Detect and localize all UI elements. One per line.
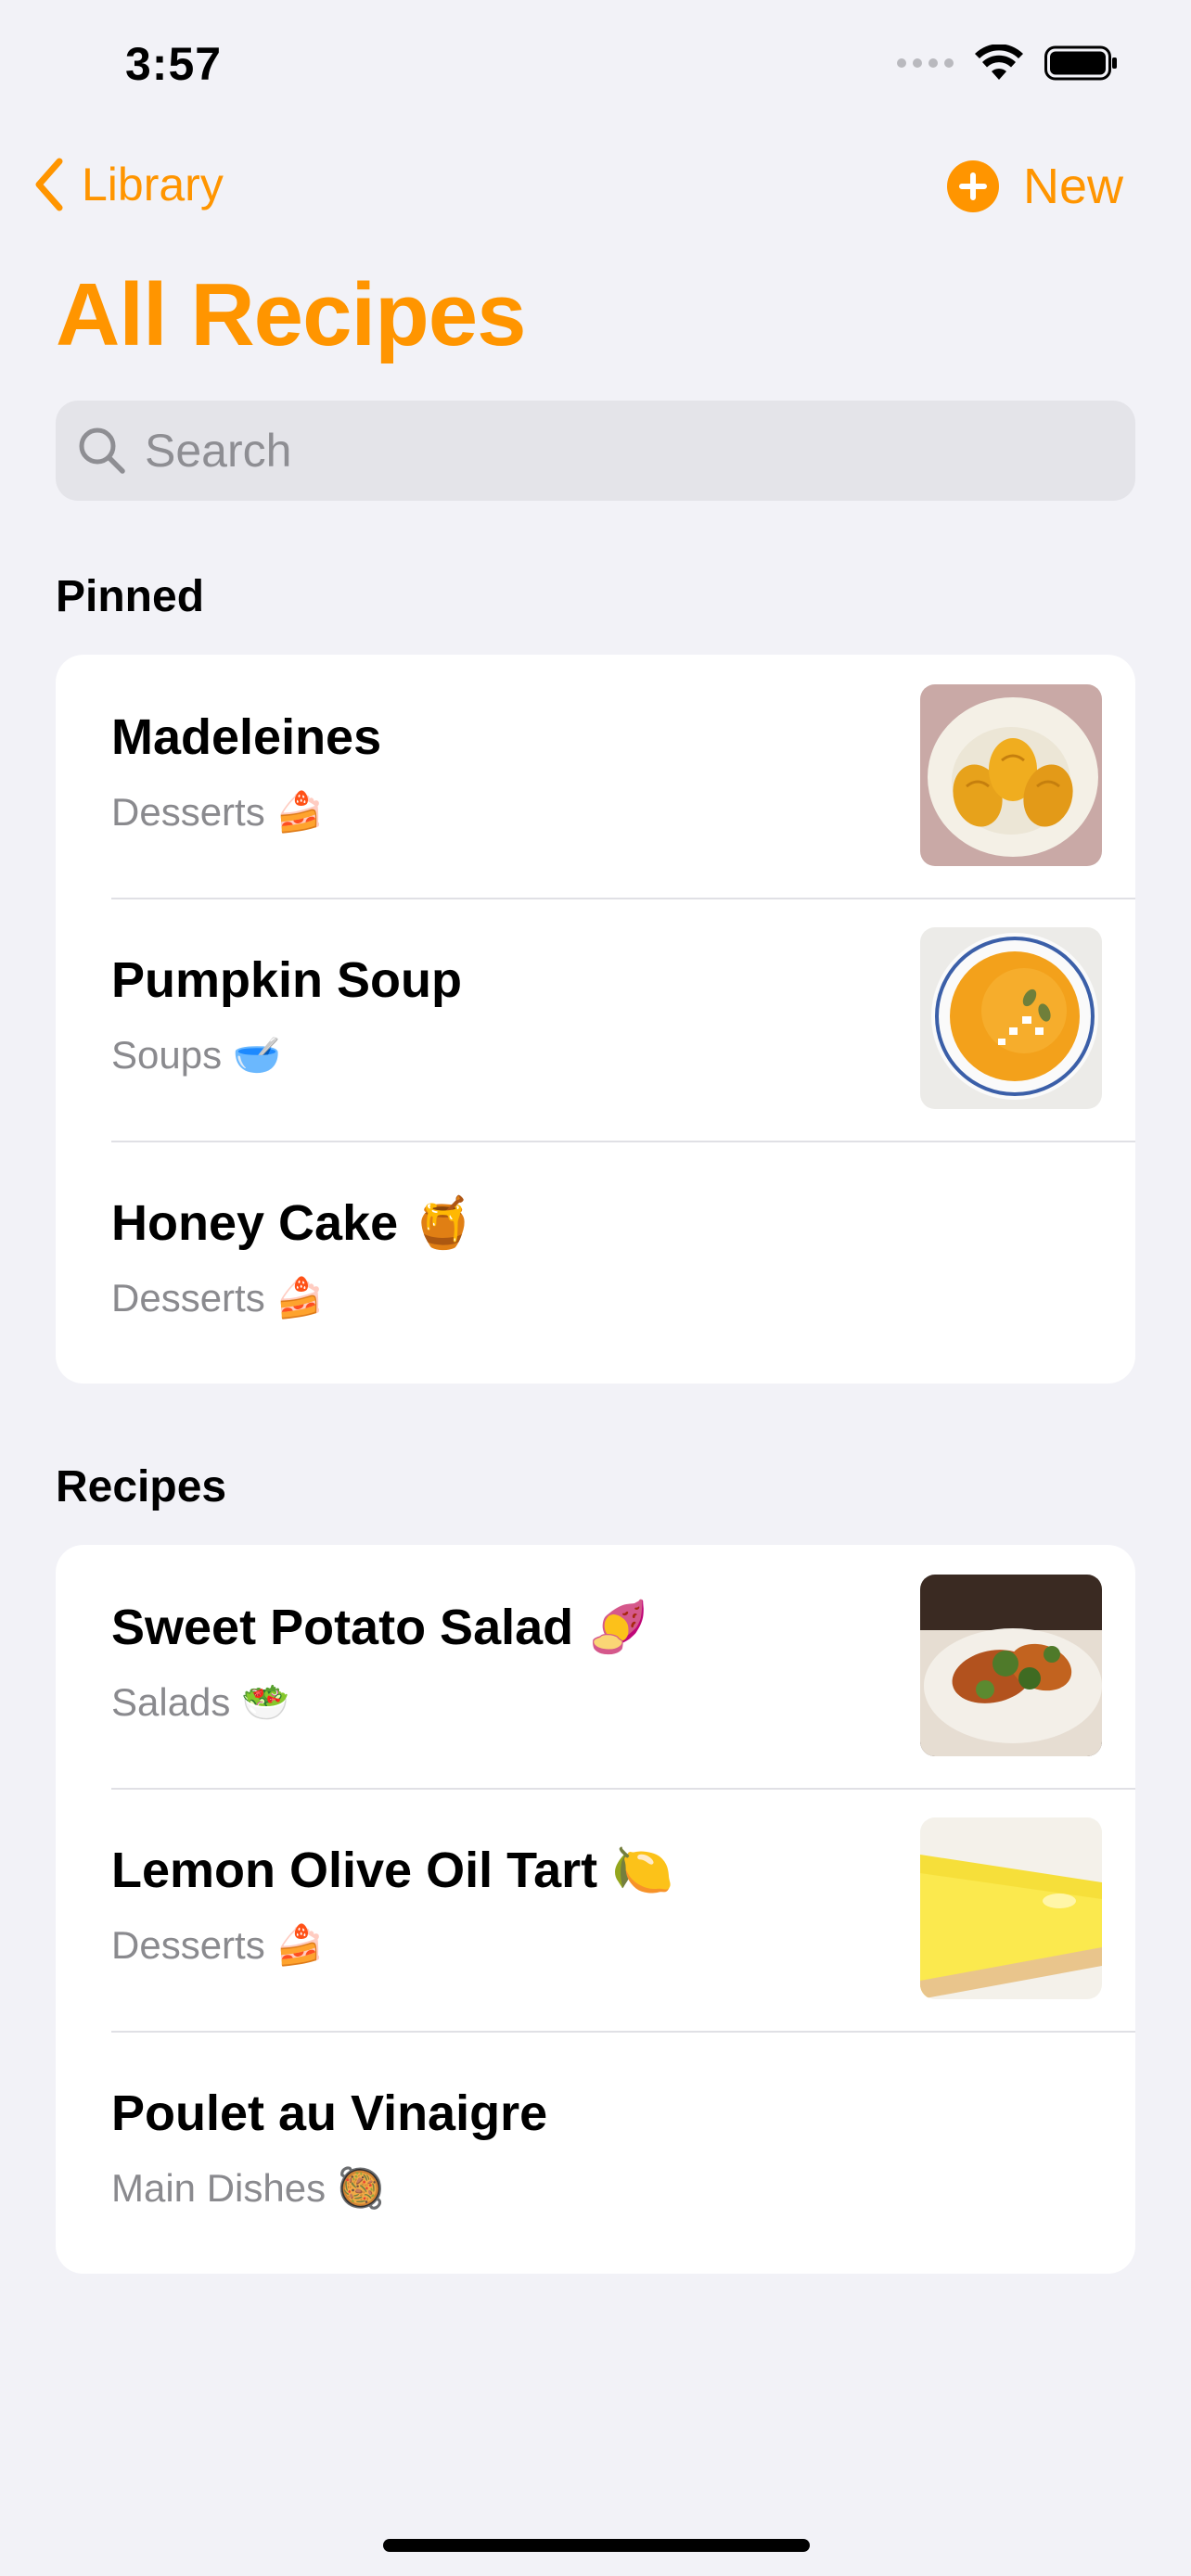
battery-icon [1044, 45, 1117, 81]
sweet-potato-salad-thumbnail [920, 1575, 1102, 1756]
pumpkin-soup-thumbnail [920, 927, 1102, 1109]
navigation-bar: Library New [0, 148, 1191, 236]
back-button-label: Library [82, 159, 224, 210]
chevron-left-icon [35, 158, 63, 211]
status-bar: 3:57 [0, 0, 1191, 130]
recipe-category: Salads 🥗 [111, 1680, 290, 1724]
page-title: All Recipes [56, 265, 527, 364]
plus-circle-icon [946, 160, 999, 212]
recipe-category: Soups 🥣 [111, 1033, 282, 1077]
status-icons [897, 45, 1119, 82]
search-field[interactable] [56, 401, 1135, 501]
home-indicator[interactable] [383, 2539, 810, 2552]
recipe-category: Desserts 🍰 [111, 790, 325, 834]
recipe-category: Main Dishes 🥘 [111, 2166, 386, 2210]
new-button-label: New [1022, 159, 1123, 214]
recipes-list: Sweet Potato Salad 🍠 Salads 🥗 Lemon Oliv… [56, 1545, 1135, 2274]
recipe-title: Pumpkin Soup [111, 952, 462, 1008]
madeleines-thumbnail [920, 684, 1102, 866]
section-header-pinned: Pinned [56, 572, 205, 621]
recipe-row-honey-cake[interactable]: Honey Cake 🍯 Desserts 🍰 [56, 1141, 1135, 1384]
search-icon [79, 427, 125, 474]
cellular-signal-icon [897, 58, 954, 68]
recipe-row-sweet-potato-salad[interactable]: Sweet Potato Salad 🍠 Salads 🥗 [56, 1545, 1135, 1788]
recipe-category: Desserts 🍰 [111, 1276, 325, 1320]
recipe-row-pumpkin-soup[interactable]: Pumpkin Soup Soups 🥣 [56, 898, 1135, 1141]
section-header-recipes: Recipes [56, 1462, 227, 1511]
recipe-title: Lemon Olive Oil Tart 🍋 [111, 1843, 674, 1898]
new-recipe-button[interactable]: New [946, 158, 1123, 215]
wifi-icon [975, 45, 1023, 80]
recipe-title: Sweet Potato Salad 🍠 [111, 1600, 650, 1655]
status-time: 3:57 [125, 38, 223, 90]
recipe-row-poulet-au-vinaigre[interactable]: Poulet au Vinaigre Main Dishes 🥘 [56, 2031, 1135, 2274]
recipe-title: Honey Cake 🍯 [111, 1195, 475, 1251]
recipe-category: Desserts 🍰 [111, 1923, 325, 1967]
pinned-list: Madeleines Desserts 🍰 Pumpkin Soup Soups… [56, 655, 1135, 1384]
recipe-row-madeleines[interactable]: Madeleines Desserts 🍰 [56, 655, 1135, 898]
lemon-tart-thumbnail [920, 1817, 1102, 1999]
recipe-row-lemon-olive-oil-tart[interactable]: Lemon Olive Oil Tart 🍋 Desserts 🍰 [56, 1788, 1135, 2031]
recipe-title: Poulet au Vinaigre [111, 2085, 548, 2141]
search-input[interactable] [143, 423, 1074, 478]
back-button[interactable]: Library [33, 158, 224, 211]
recipe-title: Madeleines [111, 709, 382, 765]
